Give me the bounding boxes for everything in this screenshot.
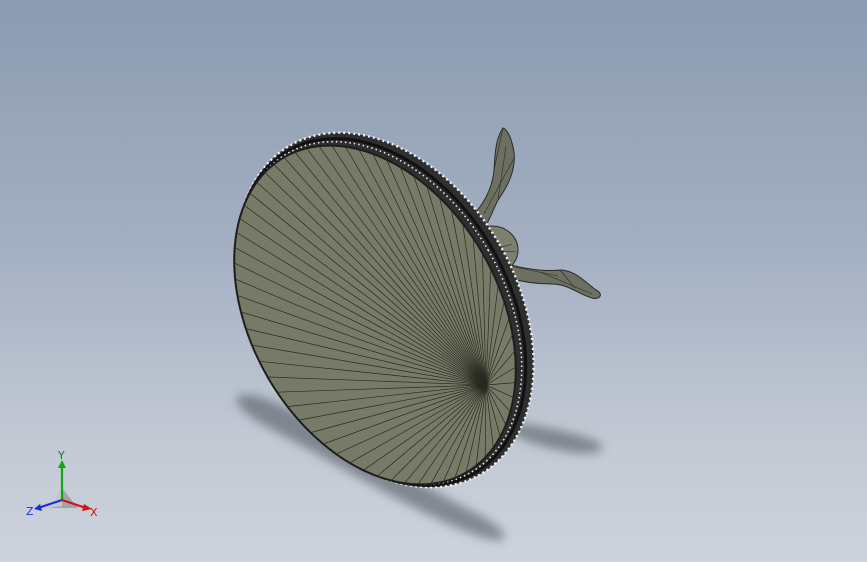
z-axis-label: Z xyxy=(26,505,34,518)
axis-triad: Y Z X xyxy=(24,448,104,522)
y-axis-label: Y xyxy=(58,449,65,462)
graphics-viewport[interactable]: Y Z X xyxy=(0,0,867,562)
x-axis-label: X xyxy=(90,506,98,519)
3d-model-scene[interactable] xyxy=(0,0,867,562)
